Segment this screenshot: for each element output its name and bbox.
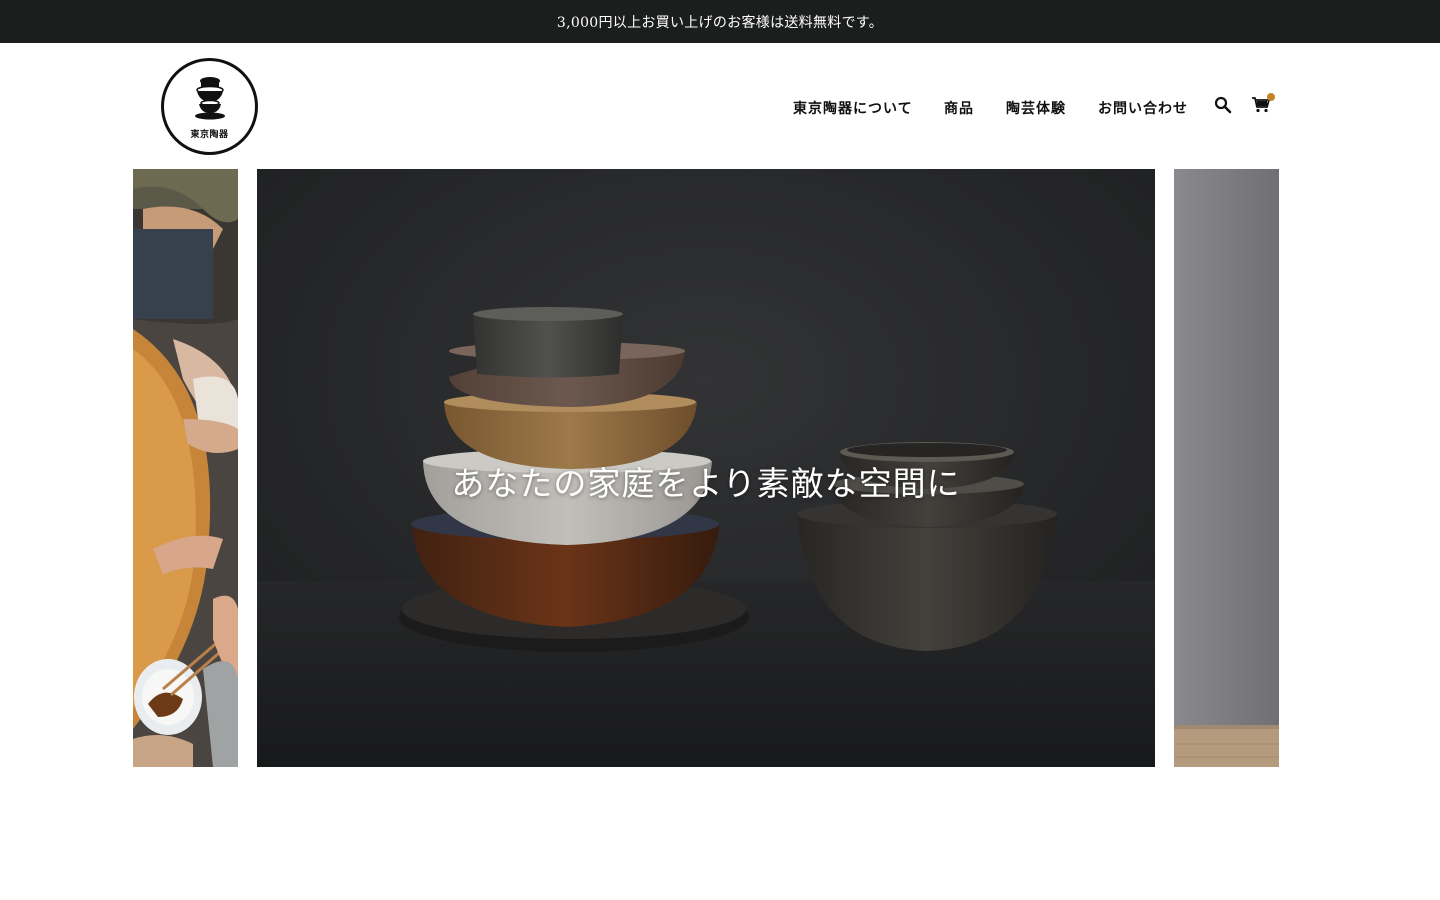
site-logo[interactable]: 東京陶器 [161, 58, 258, 155]
announcement-text: 3,000円以上お買い上げのお客様は送料無料です。 [556, 14, 884, 31]
nav-item-contact[interactable]: お問い合わせ [1098, 98, 1188, 118]
search-icon[interactable] [1214, 96, 1232, 118]
logo-text: 東京陶器 [190, 130, 229, 140]
interior-wall-image [1174, 169, 1279, 767]
dining-table-image [133, 169, 238, 767]
slide-current[interactable]: あなたの家庭をより素敵な空間に [257, 169, 1155, 767]
hero-carousel[interactable]: あなたの家庭をより素敵な空間に [0, 169, 1440, 767]
site-header: 東京陶器 東京陶器について 商品 陶芸体験 お問い合わせ [0, 43, 1440, 169]
announcement-bar: 3,000円以上お買い上げのお客様は送料無料です。 [0, 0, 1440, 43]
pottery-logo-icon [195, 77, 225, 120]
nav-item-about[interactable]: 東京陶器について [793, 98, 913, 118]
slide-next[interactable] [1174, 169, 1279, 767]
cart-badge [1267, 93, 1275, 101]
hero-headline: あなたの家庭をより素敵な空間に [451, 464, 961, 503]
nav-item-products[interactable]: 商品 [944, 98, 974, 118]
nav-item-experience[interactable]: 陶芸体験 [1006, 98, 1066, 118]
slide-prev[interactable] [133, 169, 238, 767]
cart-icon[interactable] [1252, 93, 1275, 117]
